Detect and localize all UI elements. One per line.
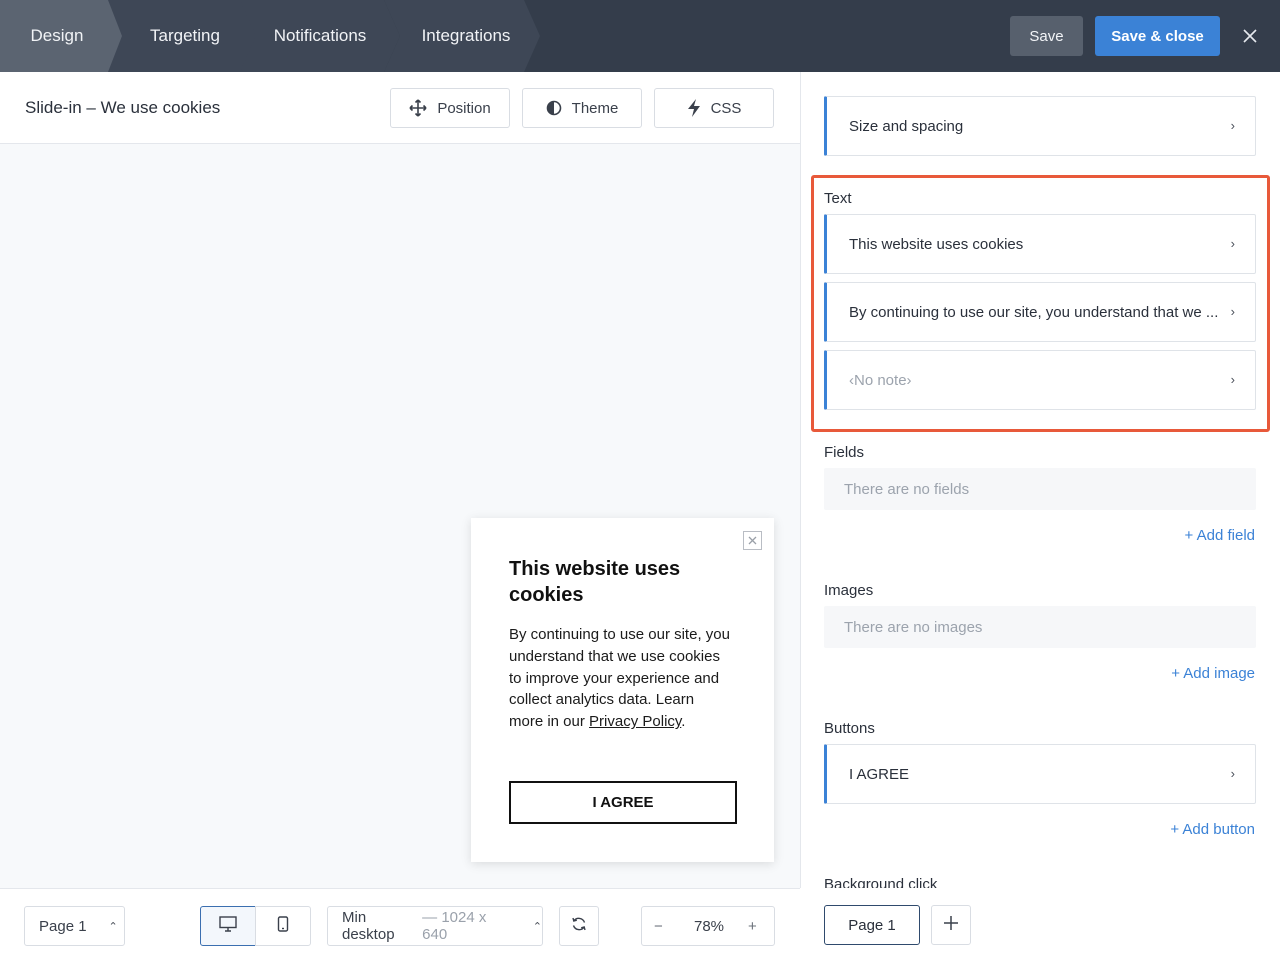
text-item-label: By continuing to use our site, you under… xyxy=(849,303,1219,321)
button-item[interactable]: I AGREE › xyxy=(824,744,1256,804)
zoom-level: 78% xyxy=(694,917,725,935)
chevron-right-icon: › xyxy=(1230,372,1235,387)
popup-title[interactable]: This website uses cookies xyxy=(509,556,739,608)
fields-section-label: Fields xyxy=(824,444,865,461)
close-icon[interactable] xyxy=(743,531,762,550)
zoom-in-button[interactable]: + xyxy=(748,918,757,935)
viewport-select[interactable]: Min desktop — 1024 x 640 ⌃ xyxy=(327,906,543,946)
tab-label: Notifications xyxy=(273,26,367,45)
chevron-right-icon: › xyxy=(1230,118,1235,133)
button-item-label: I AGREE xyxy=(849,765,910,783)
wizard-tabs: Integrations Notifications Targeting Des… xyxy=(0,0,540,72)
add-image-link[interactable]: + Add image xyxy=(1171,665,1255,682)
contrast-icon xyxy=(546,100,562,116)
chevron-right-icon: › xyxy=(1230,304,1235,319)
tab-label: Design xyxy=(30,26,84,45)
mobile-icon xyxy=(277,916,289,936)
close-icon[interactable] xyxy=(1238,24,1262,48)
page-tab[interactable]: Page 1 xyxy=(824,905,920,945)
images-section-label: Images xyxy=(824,582,874,599)
chevron-up-icon: ⌃ xyxy=(108,920,118,933)
move-icon xyxy=(409,99,427,117)
text-item[interactable]: This website uses cookies › xyxy=(824,214,1256,274)
position-button[interactable]: Position xyxy=(390,88,510,128)
chevron-right-icon: › xyxy=(1230,766,1235,781)
refresh-icon xyxy=(571,916,587,936)
tab-label: Targeting xyxy=(150,26,220,45)
editor-toolbar: Slide-in – We use cookies Position Theme… xyxy=(0,72,800,144)
chevron-up-icon: ⌃ xyxy=(532,920,542,933)
viewport-label: Min desktop xyxy=(342,909,395,943)
popup-body-end: . xyxy=(681,713,686,731)
zoom-control: − 78% + xyxy=(641,906,775,946)
agree-button[interactable]: I AGREE xyxy=(509,781,737,824)
save-and-close-button[interactable]: Save & close xyxy=(1095,16,1220,56)
text-section-label: Text xyxy=(824,190,852,207)
theme-label: Theme xyxy=(571,99,619,117)
tab-targeting[interactable]: Targeting xyxy=(106,0,256,72)
mobile-view-button[interactable] xyxy=(255,906,311,946)
chevron-right-icon: › xyxy=(1230,236,1235,251)
text-item-label: ‹No note› xyxy=(849,371,912,389)
refresh-button[interactable] xyxy=(559,906,599,946)
css-label: CSS xyxy=(710,99,742,117)
popup-body-text[interactable]: By continuing to use our site, you under… xyxy=(509,624,731,733)
save-button[interactable]: Save xyxy=(1010,16,1083,56)
viewport-size: — 1024 x 640 xyxy=(422,909,487,943)
size-and-spacing-item[interactable]: Size and spacing › xyxy=(824,96,1256,156)
desktop-icon xyxy=(219,916,237,936)
fields-empty-state: There are no fields xyxy=(824,468,1256,510)
plus-icon xyxy=(943,915,959,936)
text-item[interactable]: ‹No note› › xyxy=(824,350,1256,410)
page-select-value: Page 1 xyxy=(39,917,87,935)
images-empty-state: There are no images xyxy=(824,606,1256,648)
add-field-link[interactable]: + Add field xyxy=(1185,527,1255,544)
position-label: Position xyxy=(437,99,491,117)
buttons-section-label: Buttons xyxy=(824,720,875,737)
tab-design[interactable]: Design xyxy=(0,0,122,72)
add-button-link[interactable]: + Add button xyxy=(1170,821,1255,838)
tab-label: Integrations xyxy=(421,26,511,45)
privacy-policy-link[interactable]: Privacy Policy xyxy=(589,713,681,730)
tab-notifications[interactable]: Notifications xyxy=(236,0,400,72)
page-select[interactable]: Page 1 ⌃ xyxy=(24,906,125,946)
text-item-label: This website uses cookies xyxy=(849,235,1024,253)
add-page-button[interactable] xyxy=(931,905,971,945)
css-button[interactable]: CSS xyxy=(654,88,774,128)
zoom-out-button[interactable]: − xyxy=(654,918,663,935)
text-item[interactable]: By continuing to use our site, you under… xyxy=(824,282,1256,342)
desktop-view-button[interactable] xyxy=(200,906,256,946)
page-title: Slide-in – We use cookies xyxy=(25,98,221,117)
top-nav-bar: Integrations Notifications Targeting Des… xyxy=(0,0,1280,72)
editor-footer: Page 1 ⌃ Min desktop — 1024 x 640 ⌃ − 78… xyxy=(0,888,800,960)
tab-integrations[interactable]: Integrations xyxy=(384,0,540,72)
theme-button[interactable]: Theme xyxy=(522,88,642,128)
size-and-spacing-label: Size and spacing xyxy=(849,117,964,135)
lightning-icon xyxy=(687,99,701,117)
